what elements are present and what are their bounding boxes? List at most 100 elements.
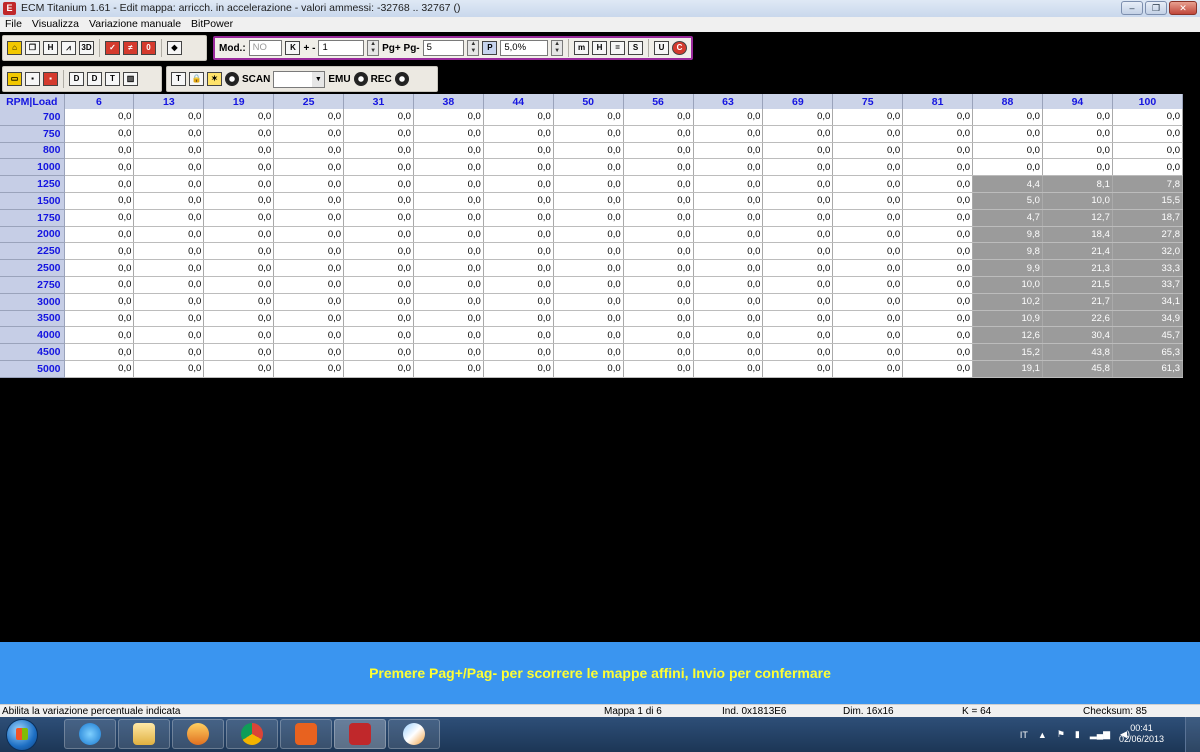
map-cell[interactable]: 0,0	[693, 360, 764, 378]
map-cell[interactable]: 0,0	[693, 326, 764, 345]
hex-view-icon[interactable]: H	[43, 41, 58, 55]
map-cell[interactable]: 0,0	[273, 326, 345, 345]
map-cell[interactable]: 0,0	[343, 226, 414, 244]
minimize-button[interactable]: –	[1121, 1, 1143, 15]
map-cell[interactable]: 0,0	[483, 142, 554, 160]
rpm-row-header[interactable]: 800	[0, 142, 65, 160]
pg-spinner[interactable]: ▲ ▼	[467, 40, 480, 56]
map-cell[interactable]: 0,0	[553, 276, 624, 294]
map-cell[interactable]: 21,3	[1042, 259, 1113, 277]
tray-expand-icon[interactable]: ▲	[1038, 730, 1047, 740]
map-cell[interactable]: 0,0	[483, 192, 554, 210]
rpm-row-header[interactable]: 1250	[0, 175, 65, 193]
map-cell[interactable]: 0,0	[64, 259, 135, 277]
map-cell[interactable]: 0,0	[1112, 109, 1184, 126]
menu-variazione-manuale[interactable]: Variazione manuale	[84, 17, 186, 32]
percent-spinner[interactable]: ▲ ▼	[551, 40, 564, 56]
taskbar-internet-explorer[interactable]	[64, 719, 116, 749]
rpm-row-header[interactable]: 3500	[0, 310, 65, 328]
map-cell[interactable]: 0,0	[553, 310, 624, 328]
record-dot-icon[interactable]	[225, 72, 239, 86]
menu-bitpower[interactable]: BitPower	[186, 17, 238, 32]
map-cell[interactable]: 0,0	[343, 293, 414, 311]
map-cell[interactable]: 0,0	[762, 209, 834, 227]
map-cell[interactable]: 0,0	[343, 326, 414, 345]
map-cell[interactable]: 0,0	[203, 109, 275, 126]
map-cell[interactable]: 0,0	[413, 310, 484, 328]
map-cell[interactable]: 0,0	[623, 293, 694, 311]
map-cell[interactable]: 0,0	[902, 343, 974, 361]
map-cell[interactable]: 12,6	[972, 326, 1043, 345]
map-cell[interactable]: 0,0	[413, 175, 484, 193]
d-icon[interactable]: D	[69, 72, 84, 86]
eq-icon[interactable]: =	[610, 41, 626, 55]
map-cell[interactable]: 10,2	[972, 293, 1043, 311]
map-cell[interactable]: 0,0	[203, 293, 275, 311]
map-cell[interactable]: 0,0	[902, 276, 974, 294]
map-cell[interactable]: 0,0	[273, 293, 345, 311]
m-icon[interactable]: m	[574, 41, 590, 55]
map-cell[interactable]: 4,7	[972, 209, 1043, 227]
save-as-icon[interactable]: ▪	[43, 72, 58, 86]
map-cell[interactable]: 0,0	[832, 226, 904, 244]
map-cell[interactable]: 0,0	[343, 276, 414, 294]
map-cell[interactable]: 0,0	[203, 360, 275, 378]
map-cell[interactable]: 0,0	[832, 158, 904, 177]
map-cell[interactable]: 0,0	[832, 175, 904, 193]
map-cell[interactable]: 0,0	[203, 259, 275, 277]
map-cell[interactable]: 0,0	[483, 209, 554, 227]
taskbar-chrome[interactable]	[226, 719, 278, 749]
map-cell[interactable]: 0,0	[902, 259, 974, 277]
map-cell[interactable]: 0,0	[832, 293, 904, 311]
map-cell[interactable]: 0,0	[64, 209, 135, 227]
load-column-header[interactable]: 31	[343, 94, 414, 109]
map-cell[interactable]: 0,0	[762, 242, 834, 261]
map-cell[interactable]: 0,0	[133, 326, 205, 345]
map-cell[interactable]: 61,3	[1112, 360, 1184, 378]
map-cell[interactable]: 0,0	[902, 226, 974, 244]
map-cell[interactable]: 0,0	[623, 125, 694, 143]
map-cell[interactable]: 0,0	[693, 158, 764, 177]
close-button[interactable]: ✕	[1169, 1, 1197, 15]
map-cell[interactable]: 0,0	[693, 209, 764, 227]
map-cell[interactable]: 0,0	[693, 343, 764, 361]
map-cell[interactable]: 0,0	[273, 125, 345, 143]
load-column-header[interactable]: 63	[693, 94, 764, 109]
map-cell[interactable]: 0,0	[832, 276, 904, 294]
map-cell[interactable]: 0,0	[902, 109, 974, 126]
map-cell[interactable]: 0,0	[343, 125, 414, 143]
rpm-row-header[interactable]: 2000	[0, 226, 65, 244]
map-cell[interactable]: 0,0	[553, 259, 624, 277]
map-cell[interactable]: 0,0	[413, 192, 484, 210]
map-cell[interactable]: 0,0	[64, 310, 135, 328]
map-cell[interactable]: 0,0	[64, 293, 135, 311]
graph-3d-icon[interactable]: 3D	[79, 41, 94, 55]
map-cell[interactable]: 0,0	[273, 226, 345, 244]
map-cell[interactable]: 0,0	[902, 158, 974, 177]
map-cell[interactable]: 9,8	[972, 226, 1043, 244]
map-cell[interactable]: 0,0	[343, 158, 414, 177]
load-column-header[interactable]: 50	[553, 94, 624, 109]
map-cell[interactable]: 0,0	[273, 242, 345, 261]
map-cell[interactable]: 0,0	[343, 192, 414, 210]
map-cell[interactable]: 0,0	[623, 226, 694, 244]
map-cell[interactable]: 0,0	[413, 226, 484, 244]
copy-map-icon[interactable]: ❐	[25, 41, 40, 55]
map-cell[interactable]: 0,0	[413, 326, 484, 345]
map-cell[interactable]: 0,0	[133, 125, 205, 143]
map-cell[interactable]: 0,0	[902, 242, 974, 261]
taskbar-media-player[interactable]	[280, 719, 332, 749]
map-cell[interactable]: 4,4	[972, 175, 1043, 193]
map-cell[interactable]: 0,0	[972, 142, 1043, 160]
map-cell[interactable]: 0,0	[623, 209, 694, 227]
map-cell[interactable]: 0,0	[832, 326, 904, 345]
map-cell[interactable]: 0,0	[693, 125, 764, 143]
graph-2d-icon[interactable]: ⩘	[61, 41, 76, 55]
map-cell[interactable]: 0,0	[902, 310, 974, 328]
map-cell[interactable]: 0,0	[273, 276, 345, 294]
color-palette-icon[interactable]: ◆	[167, 41, 182, 55]
map-cell[interactable]: 0,0	[413, 343, 484, 361]
map-cell[interactable]: 0,0	[203, 326, 275, 345]
percent-toggle-icon[interactable]: P	[482, 41, 498, 55]
home-icon[interactable]: ⌂	[7, 41, 22, 55]
